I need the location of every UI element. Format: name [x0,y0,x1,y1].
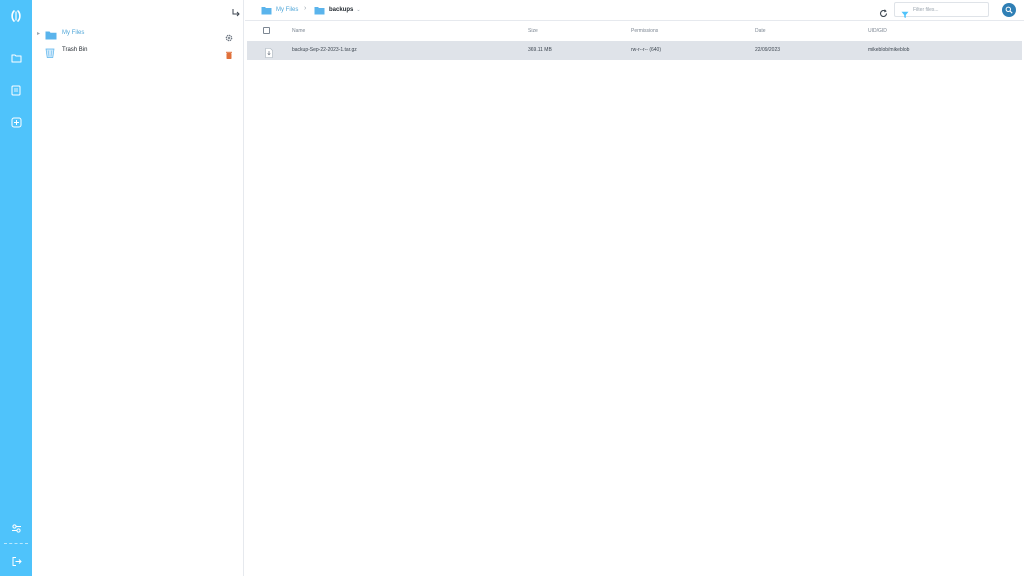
filter-icon [901,6,909,18]
refresh-icon[interactable] [879,5,888,17]
search-button[interactable] [1002,3,1016,17]
folder-icon [261,6,272,14]
file-date: 22/09/2023 [755,47,781,53]
file-table: Name Size Permissions Date UID/GID backu… [247,22,1022,60]
breadcrumb-item-backups[interactable]: backups ⌄ [314,4,361,16]
tree-item-label: Trash Bin [62,47,88,53]
left-rail [0,0,32,576]
select-all-checkbox[interactable] [263,27,270,34]
tree-item-trash-bin[interactable]: Trash Bin [32,42,243,59]
rail-divider [4,543,28,544]
logout-icon[interactable] [9,554,23,568]
archive-file-icon [265,45,273,58]
folder-icon[interactable] [9,51,23,65]
settings-sliders-icon[interactable] [9,521,23,535]
column-header-name[interactable]: Name [292,28,305,34]
tree-item-my-files[interactable]: ▸ My Files [32,25,243,42]
table-row[interactable]: backup-Sep-22-2023-1.tar.gz 369.11 MB rw… [247,41,1022,60]
tree-item-label: My Files [62,30,85,36]
app-logo-icon[interactable] [9,9,23,23]
chevron-down-icon[interactable]: ⌄ [356,7,360,13]
file-uid-gid: mikeblob/mikeblob [868,47,910,53]
breadcrumb-separator-icon: › [304,5,307,12]
filter-files-input[interactable] [913,6,987,13]
collapse-panel-icon[interactable] [231,5,241,17]
gear-icon[interactable] [225,29,233,42]
breadcrumb-label: backups [329,7,354,13]
add-icon[interactable] [9,115,23,129]
folder-icon [314,6,325,14]
file-name[interactable]: backup-Sep-22-2023-1.tar.gz [292,47,357,53]
column-header-size[interactable]: Size [528,28,538,34]
breadcrumb-label: My Files [276,7,299,13]
filter-files-box [894,2,989,18]
column-header-date[interactable]: Date [755,28,766,34]
breadcrumb-item-my-files[interactable]: My Files [261,4,298,16]
top-bar: My Files › backups ⌄ [245,0,1024,21]
column-header-permissions[interactable]: Permissions [631,28,658,34]
trash-bin-icon [45,45,55,63]
file-permissions: rw-r--r-- (640) [631,47,661,53]
trash-icon[interactable] [225,46,233,59]
column-header-uid-gid[interactable]: UID/GID [868,28,887,34]
search-icon [1005,6,1013,14]
folder-tree-panel: ▸ My Files Trash Bin [32,0,244,576]
chevron-right-icon[interactable]: ▸ [37,30,40,37]
table-header: Name Size Permissions Date UID/GID [247,22,1022,41]
file-size: 369.11 MB [528,47,552,53]
document-icon[interactable] [9,83,23,97]
